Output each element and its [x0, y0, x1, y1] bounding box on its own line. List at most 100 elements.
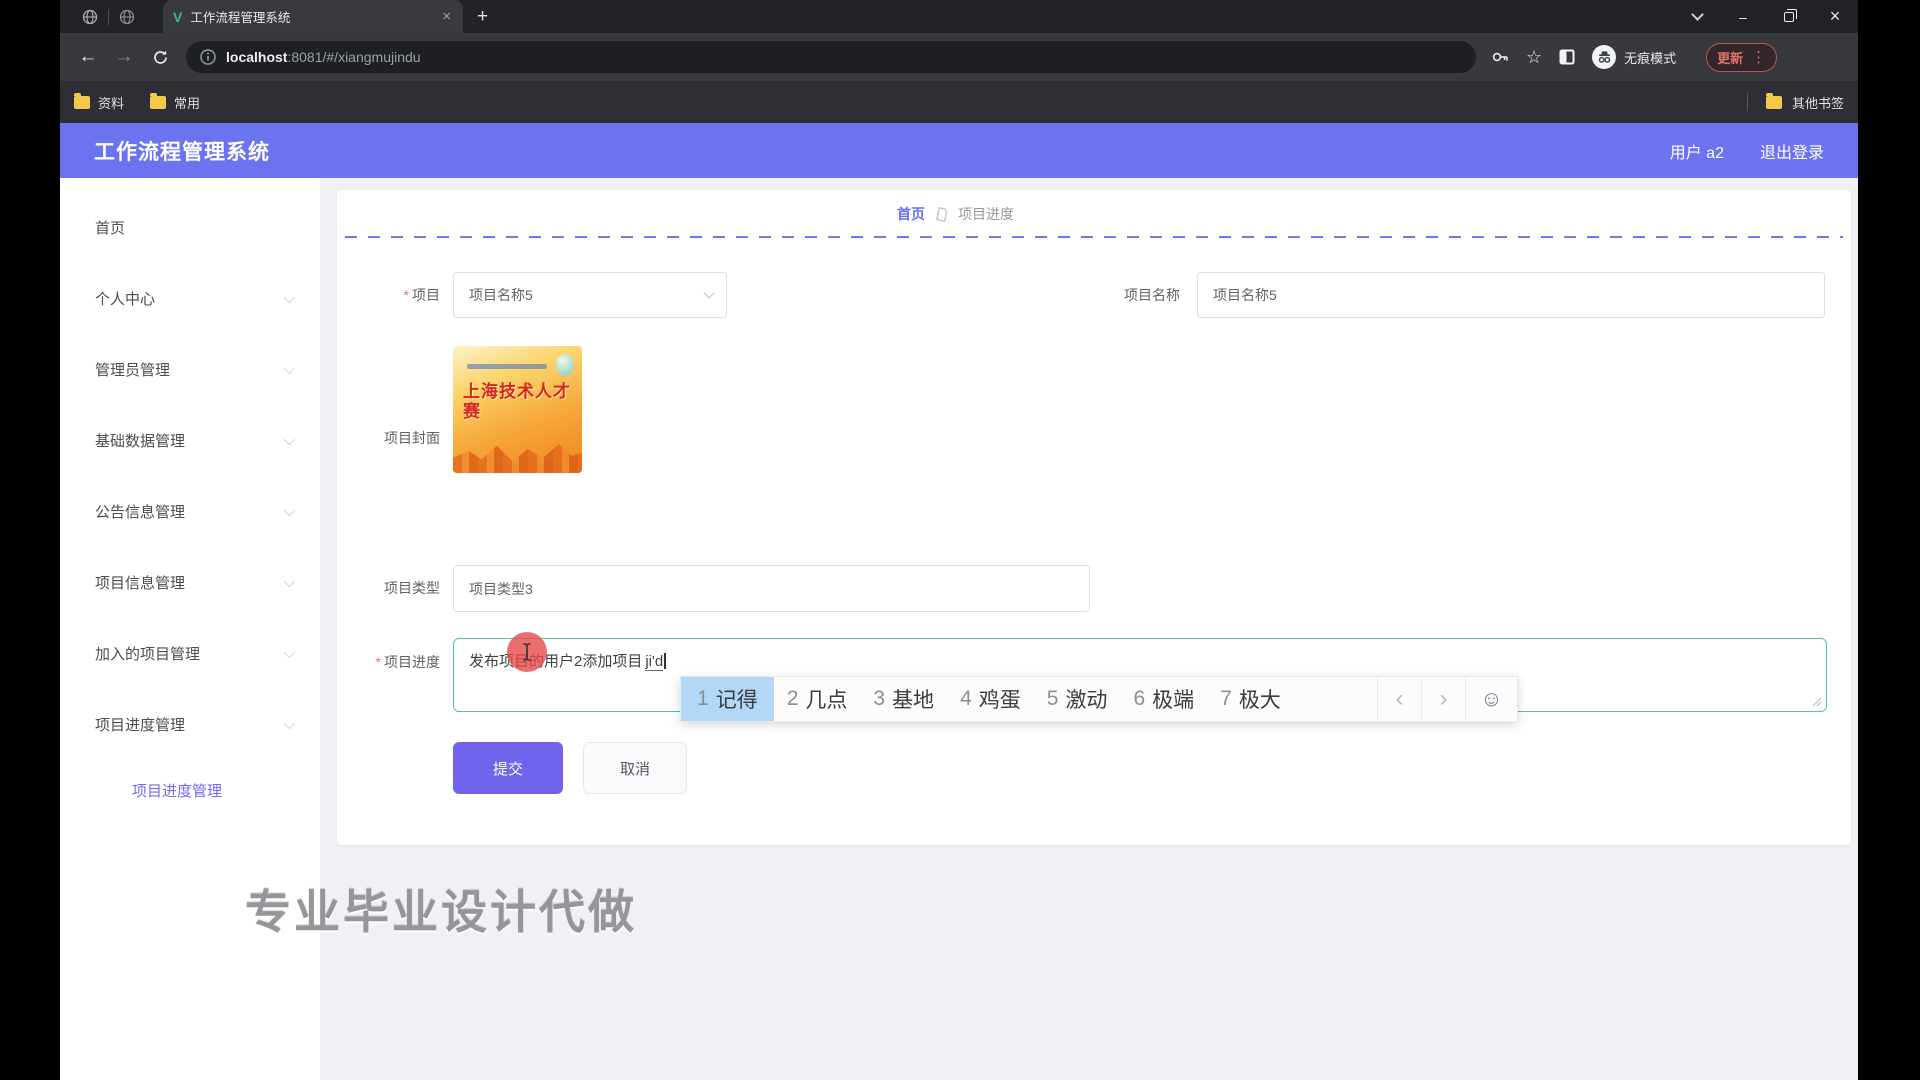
ibeam-cursor-icon	[520, 642, 534, 662]
chevron-down-icon	[703, 287, 714, 298]
sidebar-item-admin-mgmt[interactable]: 管理员管理	[60, 334, 320, 405]
cursor-annotation	[507, 632, 547, 672]
submit-button[interactable]: 提交	[453, 742, 563, 794]
other-bookmarks[interactable]: 其他书签	[1747, 93, 1844, 112]
reload-icon	[152, 49, 169, 66]
chevron-icon	[284, 433, 295, 444]
menu-dots-icon[interactable]: ⋮	[1751, 48, 1766, 66]
sidebar-item-project-info-mgmt[interactable]: 项目信息管理	[60, 547, 320, 618]
globe-icon	[119, 9, 135, 25]
logout-button[interactable]: 退出登录	[1760, 139, 1824, 163]
resize-handle-icon[interactable]	[1810, 695, 1822, 707]
bookmark-folder-2[interactable]: 常用	[150, 93, 200, 112]
active-tab[interactable]: V 工作流程管理系统 ×	[163, 0, 463, 33]
sidebar-item-personal-center[interactable]: 个人中心	[60, 263, 320, 334]
type-input[interactable]: 项目类型3	[453, 565, 1090, 612]
progress-text: 发布项目的用户2添加项目	[469, 653, 642, 670]
bookmark-label: 常用	[174, 93, 200, 112]
bookmarks-bar: 资料 常用 其他书签	[60, 81, 1858, 123]
chevron-icon	[284, 575, 295, 586]
extension-icon[interactable]	[1558, 48, 1576, 66]
chevron-icon	[284, 504, 295, 515]
restore-icon	[1784, 12, 1794, 22]
sidebar-item-label: 个人中心	[95, 288, 155, 309]
sidebar-item-joined-project-mgmt[interactable]: 加入的项目管理	[60, 618, 320, 689]
breadcrumb: 首页 项目进度	[897, 204, 1014, 224]
bookmark-folder-1[interactable]: 资料	[74, 93, 124, 112]
sidebar-item-label: 首页	[95, 217, 125, 238]
project-name-value: 项目名称5	[1213, 285, 1277, 305]
watermark-text: 专业毕业设计代做	[245, 876, 637, 942]
candidate-word: 几点	[805, 684, 847, 714]
balloon-decor	[556, 354, 574, 376]
pinned-tab-2[interactable]	[109, 0, 145, 33]
candidate-number: 7	[1220, 687, 1232, 711]
ime-candidate-5[interactable]: 5激动	[1034, 677, 1121, 721]
label-text: 项目封面	[384, 430, 440, 446]
current-user[interactable]: 用户 a2	[1670, 139, 1724, 163]
key-icon[interactable]	[1490, 47, 1510, 67]
sidebar-item-project-progress-mgmt[interactable]: 项目进度管理	[60, 689, 320, 760]
folder-icon	[1766, 96, 1782, 109]
ime-candidate-1[interactable]: 1记得	[681, 677, 774, 721]
project-select[interactable]: 项目名称5	[453, 272, 727, 318]
folder-icon	[150, 96, 166, 109]
restore-button[interactable]	[1766, 0, 1812, 33]
back-button[interactable]: ←	[70, 39, 106, 75]
new-tab-button[interactable]: +	[477, 6, 488, 28]
ime-candidate-2[interactable]: 2几点	[774, 677, 861, 721]
pinned-tab-1[interactable]	[72, 0, 108, 33]
ime-prev-page-button[interactable]: ‹	[1377, 677, 1421, 721]
sidebar-item-label: 项目信息管理	[95, 572, 185, 593]
incognito-label: 无痕模式	[1624, 48, 1676, 67]
url-text: localhost:8081/#/xiangmujindu	[226, 49, 421, 65]
update-button[interactable]: 更新 ⋮	[1706, 43, 1777, 72]
candidate-word: 极端	[1152, 684, 1194, 714]
ime-candidate-7[interactable]: 7极大	[1207, 677, 1294, 721]
project-cover-image[interactable]: 上海技术人才赛	[453, 346, 582, 473]
chevron-icon	[284, 646, 295, 657]
sidebar-item-home[interactable]: 首页	[60, 192, 320, 263]
incognito-icon	[1592, 45, 1616, 69]
sidebar: 首页 个人中心 管理员管理 基础数据管理 公告信息管理 项目信息管理 加入的项目…	[60, 178, 320, 1080]
ime-candidate-3[interactable]: 3 基地	[860, 677, 947, 721]
forward-button[interactable]: →	[106, 39, 142, 75]
toolbar-icons: ☆ 无痕模式 更新 ⋮	[1490, 43, 1777, 72]
candidate-number: 6	[1133, 687, 1145, 711]
bookmark-star-icon[interactable]: ☆	[1526, 47, 1542, 68]
incognito-indicator: 无痕模式	[1592, 45, 1676, 69]
cancel-button[interactable]: 取消	[583, 742, 687, 794]
breadcrumb-current: 项目进度	[958, 204, 1014, 224]
content-area: 首页 个人中心 管理员管理 基础数据管理 公告信息管理 项目信息管理 加入的项目…	[60, 178, 1858, 1080]
breadcrumb-separator-icon	[935, 207, 948, 222]
url-bar[interactable]: localhost:8081/#/xiangmujindu	[186, 41, 1476, 73]
ime-emoji-button[interactable]: ☺	[1465, 677, 1517, 721]
ime-next-page-button[interactable]: ›	[1421, 677, 1465, 721]
tab-search-button[interactable]	[1674, 0, 1720, 33]
sidebar-item-notice-mgmt[interactable]: 公告信息管理	[60, 476, 320, 547]
sidebar-item-base-data-mgmt[interactable]: 基础数据管理	[60, 405, 320, 476]
candidate-word: 基地	[892, 684, 934, 714]
cover-decor	[467, 364, 547, 369]
ime-candidate-6[interactable]: 6 极端	[1120, 677, 1207, 721]
required-asterisk: *	[404, 287, 409, 303]
app-header: 工作流程管理系统 用户 a2 退出登录	[60, 123, 1858, 178]
tab-close-icon[interactable]: ×	[440, 8, 453, 25]
tab-title: 工作流程管理系统	[190, 7, 440, 26]
label-text: 项目	[412, 287, 440, 303]
ime-candidate-4[interactable]: 4鸡蛋	[947, 677, 1034, 721]
form-card: 首页 项目进度 *项目 项目名称5 项目名称	[337, 190, 1851, 845]
project-name-input[interactable]: 项目名称5	[1197, 272, 1825, 318]
dashed-divider	[345, 236, 1843, 238]
ime-candidate-bar: 1记得 2几点 3 基地 4鸡蛋 5激动 6 极端 7极大 ‹ › ☺	[680, 676, 1518, 722]
candidate-number: 3	[873, 687, 885, 711]
label-text: 项目名称	[1124, 287, 1180, 303]
sidebar-subitem-project-progress[interactable]: 项目进度管理	[60, 760, 320, 820]
close-button[interactable]: ×	[1812, 0, 1858, 33]
reload-button[interactable]	[142, 39, 178, 75]
project-select-value: 项目名称5	[469, 285, 533, 305]
text-caret	[664, 653, 666, 669]
type-label: 项目类型	[337, 565, 440, 612]
minimize-button[interactable]: –	[1720, 0, 1766, 33]
breadcrumb-home-link[interactable]: 首页	[897, 204, 925, 224]
